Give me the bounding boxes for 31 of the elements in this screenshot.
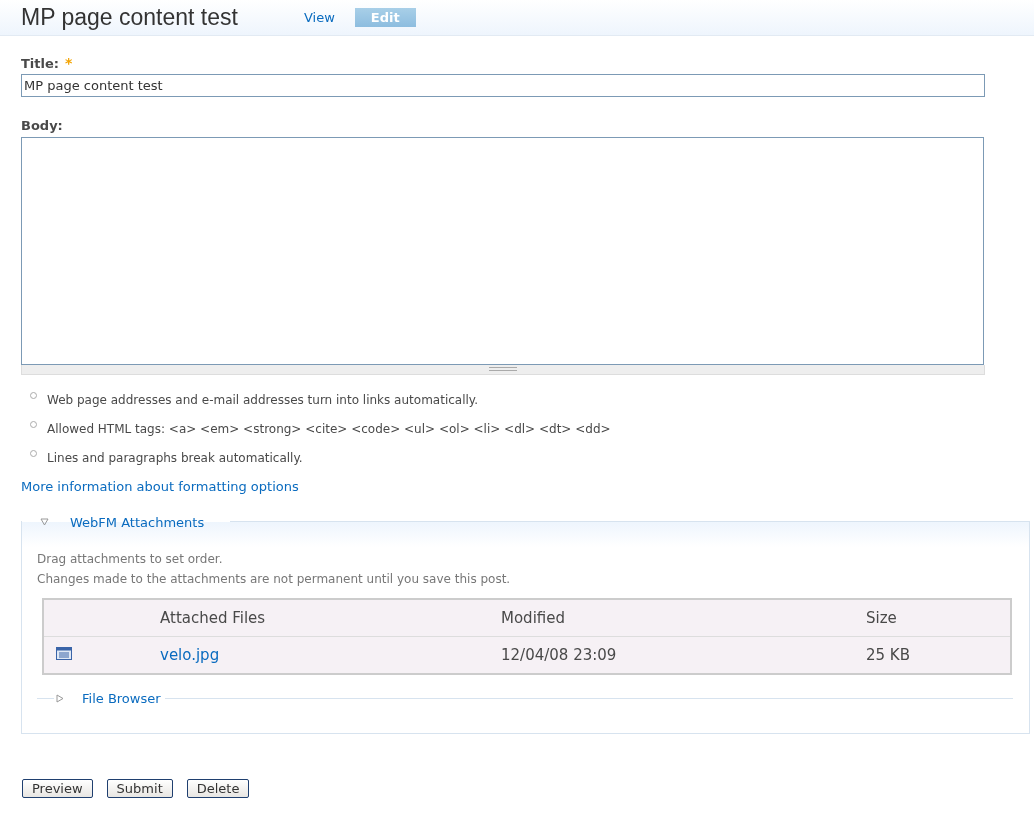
file-link[interactable]: velo.jpg <box>160 646 220 664</box>
tab[interactable]: View <box>295 8 343 27</box>
tip-text: Web page addresses and e-mail addresses turn into links automatically. <box>47 392 479 408</box>
help-text: Changes made to the attachments are not permanent until you save this post. <box>37 571 512 587</box>
collapse-icon[interactable] <box>40 518 49 526</box>
bullet-icon <box>30 421 37 428</box>
bullet-icon <box>30 392 37 399</box>
form-button[interactable]: Submit <box>106 779 173 798</box>
help-text: Drag attachments to set order. <box>37 551 224 567</box>
field-label: Title: <box>21 55 59 71</box>
expand-icon[interactable] <box>56 694 64 703</box>
form-button[interactable]: Delete <box>186 779 250 798</box>
tip-text: Lines and paragraphs break automatically. <box>47 450 303 466</box>
formatting-link[interactable]: More information about formatting options <box>21 479 985 494</box>
fieldset-legend[interactable]: WebFM Attachments <box>70 514 205 530</box>
file-icon <box>56 647 72 660</box>
table-cell: 12/04/08 23:09 <box>501 646 617 664</box>
bullet-icon <box>30 450 37 457</box>
page-title: MP page content test <box>21 4 238 31</box>
grip-icon <box>489 367 517 372</box>
column-header: Modified <box>501 609 565 627</box>
table-cell: 25 KB <box>866 646 910 664</box>
title-input[interactable]: MP page content test <box>21 74 985 97</box>
column-header: Attached Files <box>160 609 266 627</box>
form-button[interactable]: Preview <box>22 779 93 798</box>
required-mark: * <box>65 55 73 71</box>
tip-text: Allowed HTML tags: <a> <em> <strong> <cite> <code> <ul> <ol> <li> <dl> <dt> <dd> <box>47 421 611 437</box>
field-label: Body: <box>21 117 63 133</box>
fieldset-legend[interactable]: File Browser <box>82 691 165 706</box>
resize-grip[interactable] <box>21 365 985 375</box>
column-header: Size <box>866 609 897 627</box>
